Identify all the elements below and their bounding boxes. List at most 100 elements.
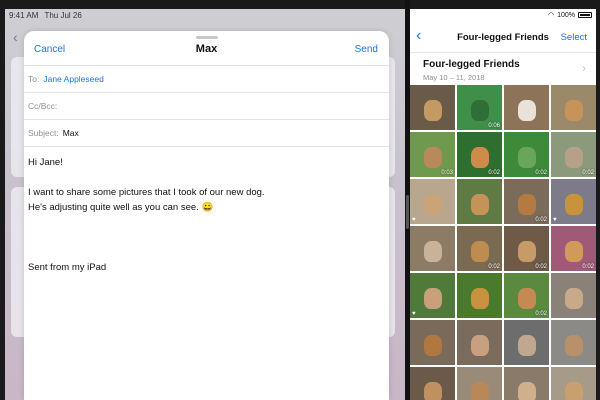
send-button[interactable]: Send (355, 44, 378, 55)
video-duration: 0:02 (535, 170, 547, 176)
dog-silhouette (423, 147, 442, 168)
photo-thumbnail[interactable]: 0:02 (504, 179, 549, 224)
photo-thumbnail[interactable]: ♥ (410, 273, 455, 318)
dog-silhouette (517, 288, 536, 309)
video-duration: 0:02 (535, 311, 547, 317)
photo-thumbnail[interactable] (457, 367, 502, 400)
to-label: To: (28, 74, 40, 84)
video-duration: 0:02 (535, 217, 547, 223)
message-body[interactable]: Hi Jane! I want to share some pictures t… (24, 146, 389, 283)
recipient-token[interactable]: Jane Appleseed (43, 74, 104, 84)
dog-silhouette (564, 241, 583, 262)
dog-silhouette (423, 335, 442, 356)
to-field[interactable]: To: Jane Appleseed (24, 65, 389, 92)
photo-thumbnail[interactable] (457, 320, 502, 365)
photo-thumbnail[interactable]: ♥ (410, 179, 455, 224)
photo-thumbnail[interactable] (551, 273, 596, 318)
dog-silhouette (423, 100, 442, 121)
status-bar: 9:41 AM Thu Jul 26 (9, 11, 86, 20)
signature: Sent from my iPad (28, 262, 107, 273)
photo-thumbnail[interactable] (504, 367, 549, 400)
subject-label: Subject: (28, 128, 59, 138)
photo-thumbnail[interactable]: 0:02 (504, 226, 549, 271)
body-line: I want to share some pictures that I too… (28, 187, 265, 198)
dog-silhouette (564, 288, 583, 309)
photo-thumbnail[interactable] (504, 320, 549, 365)
compose-sheet: Cancel Max Send To: Jane Appleseed Cc/Bc… (24, 31, 389, 400)
photos-nav-bar: ‹ Four-legged Friends Select (410, 23, 596, 53)
dog-silhouette (564, 194, 583, 215)
photo-thumbnail[interactable]: 0:02 (504, 273, 549, 318)
battery-icon (578, 12, 592, 18)
dog-silhouette (423, 382, 442, 400)
photo-thumbnail[interactable] (504, 85, 549, 130)
dog-silhouette (517, 100, 536, 121)
mail-pane: 9:41 AM Thu Jul 26 ‹ Cancel Max Send To:… (5, 9, 405, 400)
moment-date: May 10 – 11, 2018 (423, 73, 485, 82)
dog-silhouette (470, 335, 489, 356)
compose-title: Max (195, 43, 218, 55)
photo-thumbnail[interactable] (551, 320, 596, 365)
cc-bcc-field[interactable]: Cc/Bcc: (24, 92, 389, 119)
photo-thumbnail[interactable]: 0:02 (551, 132, 596, 177)
dog-silhouette (423, 241, 442, 262)
moment-title: Four-legged Friends (423, 59, 520, 70)
video-duration: 0:02 (582, 170, 594, 176)
favorite-heart-icon: ♥ (553, 217, 557, 223)
photo-thumbnail[interactable]: 0:03 (410, 132, 455, 177)
dog-silhouette (517, 194, 536, 215)
subject-field[interactable]: Subject: Max (24, 119, 389, 146)
video-duration: 0:02 (488, 170, 500, 176)
dog-silhouette (517, 241, 536, 262)
chevron-right-icon: › (582, 61, 586, 75)
photo-thumbnail[interactable] (551, 85, 596, 130)
status-time: 9:41 AM (9, 11, 39, 20)
video-duration: 0:02 (488, 264, 500, 270)
body-line: He's adjusting quite well as you can see… (28, 202, 214, 213)
photo-grid: 0:06 0:03 0:02 0:02 0:02 ♥ 0:02 ♥ 0:02 0:02 0:02 ♥ 0… (410, 85, 596, 400)
photo-thumbnail[interactable] (410, 367, 455, 400)
dog-silhouette (564, 147, 583, 168)
battery-percent: 100% (557, 11, 575, 19)
photo-thumbnail[interactable]: ♥ (551, 179, 596, 224)
status-date: Thu Jul 26 (44, 11, 82, 20)
photo-thumbnail[interactable] (457, 179, 502, 224)
dog-silhouette (470, 288, 489, 309)
dog-silhouette (564, 100, 583, 121)
photo-thumbnail[interactable]: 0:02 (551, 226, 596, 271)
dog-silhouette (517, 147, 536, 168)
video-duration: 0:06 (488, 123, 500, 129)
back-chevron-icon: ‹ (13, 29, 18, 45)
dog-silhouette (470, 194, 489, 215)
compose-nav-bar: Cancel Max Send (24, 31, 389, 65)
video-duration: 0:02 (582, 264, 594, 270)
dog-silhouette (423, 194, 442, 215)
photos-pane: ◠ 100% ‹ Four-legged Friends Select Four… (410, 9, 596, 400)
split-view-handle[interactable] (406, 195, 409, 229)
favorite-heart-icon: ♥ (412, 311, 416, 317)
dog-silhouette (470, 241, 489, 262)
subject-value[interactable]: Max (63, 128, 79, 138)
cc-bcc-label: Cc/Bcc: (28, 101, 58, 111)
dog-silhouette (564, 382, 583, 400)
dog-silhouette (517, 382, 536, 400)
moment-header[interactable]: Four-legged Friends May 10 – 11, 2018 › (410, 53, 596, 89)
dog-silhouette (470, 382, 489, 400)
photo-thumbnail[interactable] (410, 85, 455, 130)
photo-thumbnail[interactable] (410, 320, 455, 365)
photo-thumbnail[interactable] (457, 273, 502, 318)
wifi-icon: ◠ (547, 12, 555, 19)
body-greeting: Hi Jane! (28, 157, 63, 168)
select-button[interactable]: Select (561, 32, 587, 43)
photo-thumbnail[interactable]: 0:06 (457, 85, 502, 130)
photo-thumbnail[interactable] (410, 226, 455, 271)
dog-silhouette (423, 288, 442, 309)
dog-silhouette (564, 335, 583, 356)
photo-thumbnail[interactable]: 0:02 (457, 132, 502, 177)
video-duration: 0:03 (441, 170, 453, 176)
photo-thumbnail[interactable] (551, 367, 596, 400)
photo-thumbnail[interactable]: 0:02 (457, 226, 502, 271)
photo-thumbnail[interactable]: 0:02 (504, 132, 549, 177)
status-bar-right: ◠ 100% (548, 11, 592, 19)
dog-silhouette (470, 147, 489, 168)
